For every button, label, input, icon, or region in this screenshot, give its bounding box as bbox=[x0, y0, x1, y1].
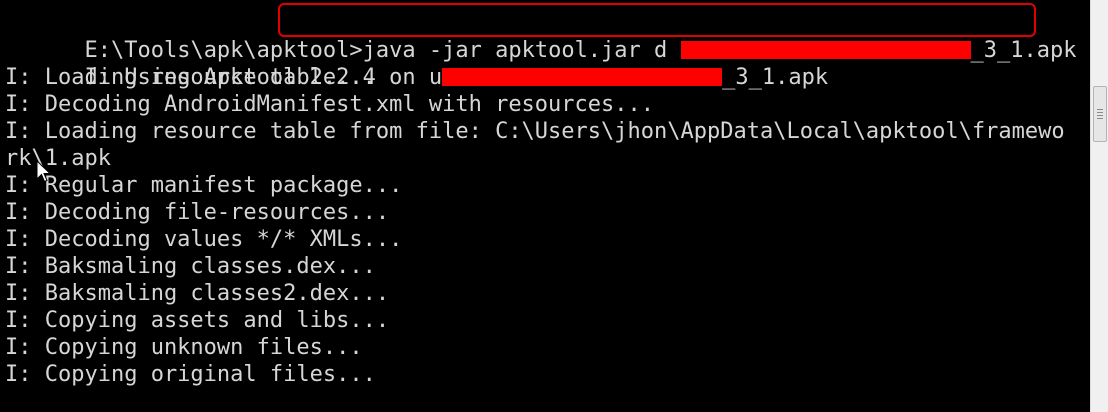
line1-suffix: _3_1.apk bbox=[722, 65, 829, 90]
output-line: I: Baksmaling classes2.dex... bbox=[5, 281, 390, 306]
output-line: I: Decoding file-resources... bbox=[5, 200, 390, 225]
output-line: I: Using Apktool 2.2.4 on u _3_1.apk bbox=[5, 37, 828, 90]
vertical-scrollbar[interactable] bbox=[1090, 0, 1108, 412]
output-line: I: Copying original files... bbox=[5, 362, 376, 387]
redacted-filename bbox=[442, 68, 723, 86]
scrollbar-thumb[interactable] bbox=[1093, 86, 1107, 142]
grip-line bbox=[1097, 109, 1103, 110]
command-highlight-box bbox=[278, 3, 1036, 37]
console-window: E:\Tools\apk\apktool>java -jar apktool.j… bbox=[0, 0, 1108, 412]
output-line: I: Loading resource table... bbox=[5, 65, 376, 90]
output-line: I: Decoding AndroidManifest.xml with res… bbox=[5, 92, 655, 117]
output-line: I: Decoding values */* XMLs... bbox=[5, 227, 403, 252]
output-line: I: Copying assets and libs... bbox=[5, 308, 390, 333]
output-line: I: Regular manifest package... bbox=[5, 173, 403, 198]
output-line: I: Loading resource table from file: C:\… bbox=[5, 119, 1065, 144]
command-suffix: _3_1.apk bbox=[970, 38, 1077, 63]
grip-line bbox=[1097, 112, 1103, 113]
output-line: I: Baksmaling classes.dex... bbox=[5, 254, 376, 279]
grip-line bbox=[1097, 118, 1103, 119]
output-line: I: Copying unknown files... bbox=[5, 335, 363, 360]
grip-line bbox=[1097, 115, 1103, 116]
mouse-cursor-icon bbox=[36, 160, 52, 183]
console-output[interactable]: E:\Tools\apk\apktool>java -jar apktool.j… bbox=[0, 0, 1090, 412]
output-line: rk\1.apk bbox=[5, 146, 111, 171]
